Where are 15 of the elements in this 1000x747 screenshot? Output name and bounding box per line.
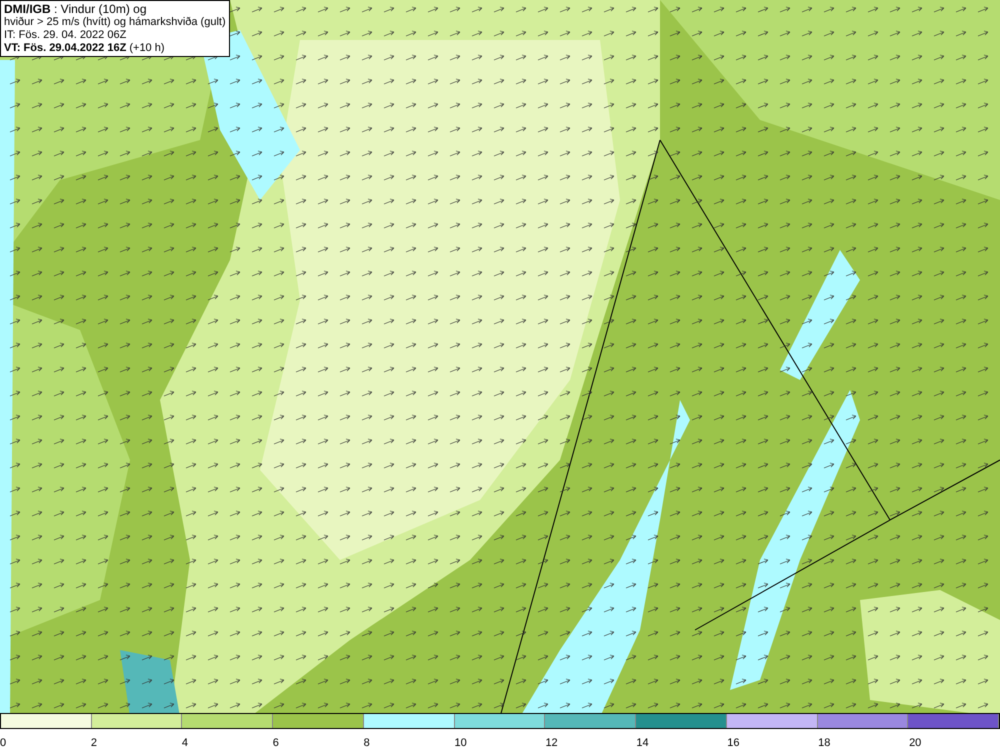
legend-tick-label: 10 (454, 737, 467, 747)
legend-tick-label: 12 (545, 737, 558, 747)
info-text: VT: Fös. 29.04.2022 16Z (+10 h) (4, 42, 166, 55)
legend-tick-label: 6 (272, 737, 279, 747)
info-text: IT: Fös. 29. 04. 2022 06Z (4, 29, 128, 42)
legend-tick-label: 4 (182, 737, 188, 747)
legend-tick-label: 20 (909, 737, 922, 747)
legend-tick-label: 0 (0, 737, 6, 747)
legend-tick-label: 18 (818, 737, 830, 747)
legend-tick-label: 8 (364, 737, 370, 747)
info-text: DMI/IGB : Vindur (10m) og (4, 2, 148, 16)
legend-tick-label: 14 (636, 737, 649, 747)
legend-tick-label: 16 (727, 737, 740, 747)
legend-tick-label: 2 (90, 737, 98, 747)
info-text: hviður > 25 m/s (hvítt) og hámarkshviða (gult) (4, 16, 226, 29)
